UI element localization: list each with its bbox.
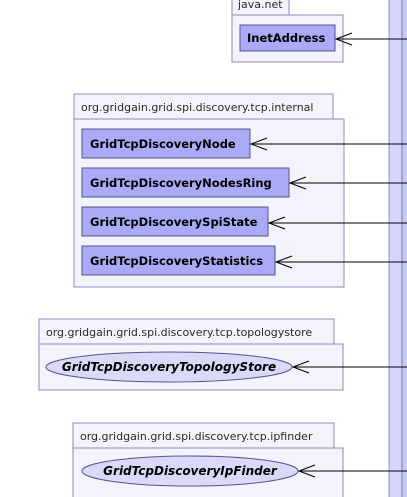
interface-ellipse-ip-finder[interactable] [81,455,299,487]
class-box-grid-tcp-discovery-statistics[interactable] [81,245,276,276]
interface-ellipse-topology-store[interactable] [45,351,293,383]
class-box-inetaddress[interactable] [239,24,336,52]
package-name: org.gridgain.grid.spi.discovery.tcp.ipfi… [80,430,313,443]
package-tcp-internal: org.gridgain.grid.spi.discovery.tcp.inte… [73,93,345,288]
package-name: org.gridgain.grid.spi.discovery.tcp.topo… [46,326,312,339]
class-box-grid-tcp-discovery-spi-state[interactable] [81,206,269,237]
right-container-front [401,0,407,497]
package-tcp-topologystore: org.gridgain.grid.spi.discovery.tcp.topo… [38,318,344,391]
package-tcp-ipfinder: org.gridgain.grid.spi.discovery.tcp.ipfi… [72,422,344,497]
package-java-net: java.net InetAddress [231,0,344,63]
package-name: org.gridgain.grid.spi.discovery.tcp.inte… [81,101,313,114]
right-class-container [388,0,407,497]
class-box-grid-tcp-discovery-node[interactable] [81,128,251,159]
package-name: java.net [237,0,283,11]
uml-dependency-diagram: java.net InetAddress org.gridgain.grid.s… [38,0,407,497]
class-box-grid-tcp-discovery-nodes-ring[interactable] [81,167,290,198]
